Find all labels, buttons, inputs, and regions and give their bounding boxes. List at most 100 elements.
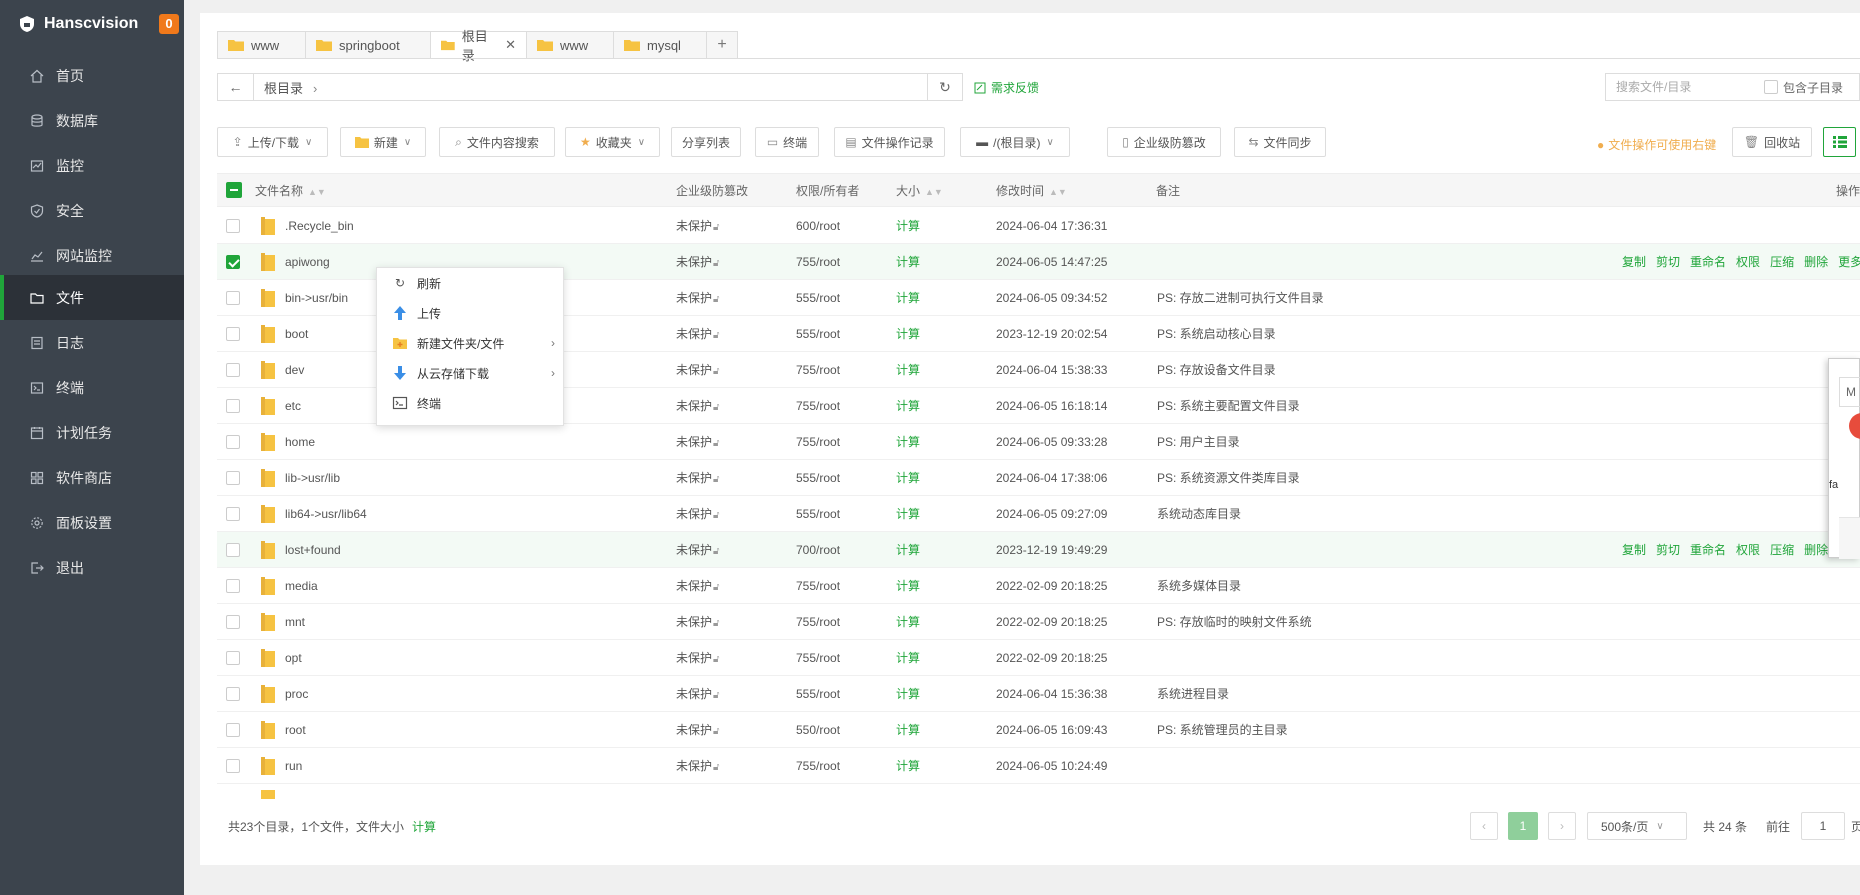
page-number-current[interactable]: 1 <box>1508 812 1538 840</box>
sidebar-item-files[interactable]: 文件 <box>0 275 184 320</box>
size-calc-link[interactable]: 计算 <box>896 424 920 460</box>
favorites-button[interactable]: ★ 收藏夹 ∨ <box>565 127 660 157</box>
file-name[interactable]: boot <box>285 316 308 352</box>
note[interactable]: PS: 系统启动核心目录 <box>1157 316 1276 352</box>
size-calc-link[interactable]: 计算 <box>896 676 920 712</box>
file-name[interactable]: media <box>285 568 318 604</box>
row-checkbox[interactable] <box>226 327 240 341</box>
ctx-upload[interactable]: 上传 <box>377 298 563 328</box>
sidebar-item-logs[interactable]: 日志 <box>0 320 184 365</box>
permission[interactable]: 550/root <box>796 712 840 748</box>
file-name[interactable]: proc <box>285 676 308 712</box>
row-action-0[interactable]: 复制 <box>1622 255 1646 269</box>
tamper-status[interactable]: 未保护🔓︎ <box>676 352 720 388</box>
table-row[interactable]: home 未保护🔓︎ 755/root 计算 2024-06-05 09:33:28 PS… <box>217 424 1860 460</box>
file-name[interactable]: etc <box>285 388 301 424</box>
path-bar[interactable]: ← 根目录 › <box>217 73 945 101</box>
tamper-status[interactable]: 未保护🔓︎ <box>676 424 720 460</box>
size-calc-link[interactable]: 计算 <box>896 748 920 784</box>
row-checkbox[interactable] <box>226 255 240 269</box>
sidebar-item-site-monitor[interactable]: 网站监控 <box>0 233 184 278</box>
table-row[interactable]: root 未保护🔓︎ 550/root 计算 2024-06-05 16:09:43 PS… <box>217 712 1860 748</box>
row-checkbox[interactable] <box>226 219 240 233</box>
operation-log-button[interactable]: ▤ 文件操作记录 <box>834 127 945 157</box>
new-button[interactable]: 新建 ∨ <box>340 127 426 157</box>
note[interactable]: PS: 系统管理员的主目录 <box>1157 712 1288 748</box>
file-name[interactable]: home <box>285 424 315 460</box>
permission[interactable]: 755/root <box>796 604 840 640</box>
sidebar-item-app-store[interactable]: 软件商店 <box>0 455 184 500</box>
size-calc-link[interactable]: 计算 <box>896 460 920 496</box>
breadcrumb-root[interactable]: 根目录 <box>264 81 303 96</box>
col-mtime[interactable]: 修改时间 ▲▼ <box>996 174 1067 208</box>
tamper-status[interactable]: 未保护🔓︎ <box>676 316 720 352</box>
permission[interactable]: 600/root <box>796 208 840 244</box>
row-action-3[interactable]: 权限 <box>1736 255 1760 269</box>
file-name[interactable]: root <box>285 712 306 748</box>
row-checkbox[interactable] <box>226 363 240 377</box>
ctx-terminal[interactable]: 终端 <box>377 388 563 418</box>
row-action-0[interactable]: 复制 <box>1622 543 1646 557</box>
size-calc-link[interactable]: 计算 <box>896 496 920 532</box>
tamper-status[interactable]: 未保护🔓︎ <box>676 676 720 712</box>
permission[interactable]: 555/root <box>796 280 840 316</box>
goto-page-input[interactable]: 1 <box>1801 812 1845 840</box>
list-view-button[interactable] <box>1823 127 1856 157</box>
sort-icon[interactable]: ▲▼ <box>925 187 943 197</box>
tamper-status[interactable]: 未保护🔓︎ <box>676 712 720 748</box>
file-name[interactable]: dev <box>285 352 304 388</box>
col-name[interactable]: 文件名称 ▲▼ <box>255 174 326 208</box>
share-list-button[interactable]: 分享列表 <box>671 127 741 157</box>
permission[interactable]: 755/root <box>796 352 840 388</box>
ctx-cloud-download[interactable]: 从云存储下载 › <box>377 358 563 388</box>
file-name[interactable]: apiwong <box>285 244 330 280</box>
file-name[interactable]: lost+found <box>285 532 341 568</box>
file-name[interactable]: bin->usr/bin <box>285 280 348 316</box>
row-checkbox[interactable] <box>226 399 240 413</box>
tamper-status[interactable]: 未保护🔓︎ <box>676 604 720 640</box>
permission[interactable]: 555/root <box>796 460 840 496</box>
size-calc-link[interactable]: 计算 <box>896 208 920 244</box>
permission[interactable]: 555/root <box>796 676 840 712</box>
close-icon[interactable]: ✕ <box>505 37 516 53</box>
file-name[interactable]: mnt <box>285 604 305 640</box>
calc-total-size-link[interactable]: 计算 <box>412 820 436 834</box>
permission[interactable]: 755/root <box>796 388 840 424</box>
row-action-more[interactable]: 更多 <box>1838 255 1860 269</box>
row-action-4[interactable]: 压缩 <box>1770 255 1794 269</box>
next-page-button[interactable]: › <box>1548 812 1576 840</box>
tamper-status[interactable]: 未保护🔓︎ <box>676 208 720 244</box>
note[interactable]: PS: 存放临时的映射文件系统 <box>1157 604 1312 640</box>
tamper-status[interactable]: 未保护🔓︎ <box>676 496 720 532</box>
search-input[interactable] <box>1606 80 1756 94</box>
size-calc-link[interactable]: 计算 <box>896 640 920 676</box>
tab-root[interactable]: 根目录 ✕ <box>430 29 526 63</box>
table-row[interactable]: media 未保护🔓︎ 755/root 计算 2022-02-09 20:18:25 系… <box>217 568 1860 604</box>
table-row[interactable]: lost+found 未保护🔓︎ 700/root 计算 2023-12-19 19:4… <box>217 532 1860 568</box>
row-checkbox[interactable] <box>226 615 240 629</box>
sort-icon[interactable]: ▲▼ <box>1049 187 1067 197</box>
permission[interactable]: 755/root <box>796 244 840 280</box>
ctx-refresh[interactable]: ↻ 刷新 <box>377 268 563 298</box>
notification-badge[interactable]: 0 <box>159 14 179 34</box>
row-checkbox[interactable] <box>226 543 240 557</box>
tamper-status[interactable]: 未保护🔓︎ <box>676 640 720 676</box>
table-row[interactable]: mnt 未保护🔓︎ 755/root 计算 2022-02-09 20:18:25 PS:… <box>217 604 1860 640</box>
tamper-status[interactable]: 未保护🔓︎ <box>676 388 720 424</box>
permission[interactable]: 555/root <box>796 316 840 352</box>
row-action-3[interactable]: 权限 <box>1736 543 1760 557</box>
row-action-4[interactable]: 压缩 <box>1770 543 1794 557</box>
table-row[interactable]: opt 未保护🔓︎ 755/root 计算 2022-02-09 20:18:25 <box>217 640 1860 676</box>
sidebar-item-database[interactable]: 数据库 <box>0 98 184 143</box>
note[interactable]: 系统动态库目录 <box>1157 496 1241 532</box>
sidebar-item-logout[interactable]: 退出 <box>0 545 184 590</box>
ctx-new[interactable]: 新建文件夹/文件 › <box>377 328 563 358</box>
back-button[interactable]: ← <box>218 74 254 100</box>
sidebar-item-cron[interactable]: 计划任务 <box>0 410 184 455</box>
page-size-select[interactable]: 500条/页 ∨ <box>1587 812 1687 840</box>
recycle-bin-button[interactable]: 🗑 回收站 <box>1732 127 1812 157</box>
include-subdir-checkbox[interactable] <box>1764 80 1778 94</box>
tamper-status[interactable]: 未保护🔓︎ <box>676 460 720 496</box>
size-calc-link[interactable]: 计算 <box>896 352 920 388</box>
row-checkbox[interactable] <box>226 579 240 593</box>
